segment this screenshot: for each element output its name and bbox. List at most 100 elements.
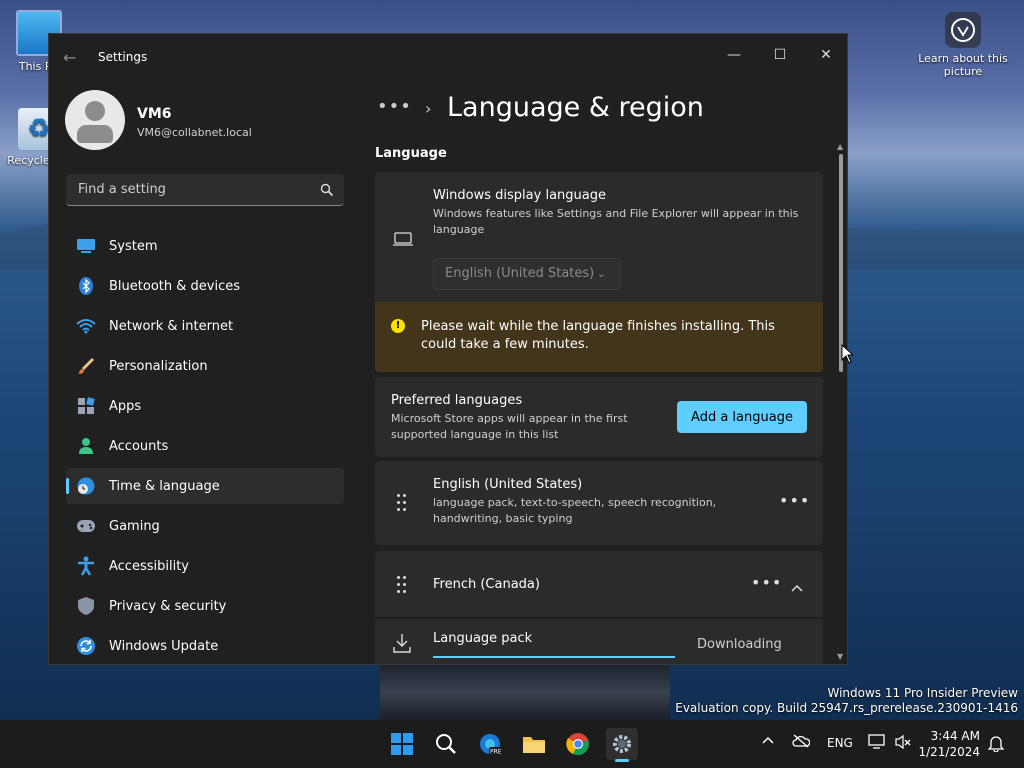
sidebar-item-label: System bbox=[109, 238, 158, 254]
system-clock[interactable]: 3:44 AM 1/21/2024 bbox=[918, 728, 980, 760]
edge-icon: PRE bbox=[480, 734, 502, 756]
drag-handle-icon[interactable] bbox=[397, 494, 409, 512]
cloud-off-icon[interactable] bbox=[792, 734, 811, 751]
sidebar-item-personalization[interactable]: Personalization bbox=[66, 348, 344, 384]
breadcrumb-overflow-button[interactable]: ••• bbox=[377, 96, 412, 117]
drag-handle-icon[interactable] bbox=[397, 576, 409, 594]
sidebar-item-time-language[interactable]: Time & language bbox=[66, 468, 344, 504]
user-email: VM6@collabnet.local bbox=[137, 126, 252, 139]
sidebar-item-label: Accessibility bbox=[109, 558, 189, 574]
sidebar-item-bluetooth[interactable]: Bluetooth & devices bbox=[66, 268, 344, 304]
page-title: Language & region bbox=[447, 92, 704, 123]
scroll-up-icon[interactable]: ▲ bbox=[837, 142, 843, 151]
minimize-button[interactable]: — bbox=[711, 40, 757, 70]
sidebar-item-privacy[interactable]: Privacy & security bbox=[66, 588, 344, 624]
watermark-line-2: Evaluation copy. Build 25947.rs_prerelea… bbox=[675, 701, 1018, 715]
camera-icon bbox=[945, 12, 981, 48]
watermark-line-1: Windows 11 Pro Insider Preview bbox=[827, 686, 1018, 700]
window-title: Settings bbox=[98, 50, 148, 64]
network-icon[interactable] bbox=[868, 734, 886, 753]
title-bar[interactable]: ← Settings — ☐ ✕ bbox=[49, 34, 847, 80]
clock-date: 1/21/2024 bbox=[918, 745, 980, 759]
chevron-up-icon[interactable] bbox=[762, 734, 774, 748]
input-language-indicator[interactable]: ENG bbox=[827, 736, 853, 750]
learn-about-picture[interactable]: Learn about this picture bbox=[918, 12, 1008, 78]
preferred-languages-title: Preferred languages bbox=[391, 393, 523, 408]
sidebar-nav: System Bluetooth & devices Network & int… bbox=[66, 228, 344, 664]
chevron-up-icon[interactable] bbox=[791, 577, 803, 596]
preferred-languages-card: Preferred languages Microsoft Store apps… bbox=[375, 377, 823, 457]
brush-icon bbox=[76, 356, 96, 376]
file-explorer-button[interactable] bbox=[518, 728, 550, 760]
settings-taskbar-button[interactable] bbox=[606, 728, 638, 762]
maximize-button[interactable]: ☐ bbox=[757, 40, 803, 70]
display-language-description: Windows features like Settings and File … bbox=[433, 207, 799, 236]
windows-logo-icon bbox=[391, 733, 413, 755]
download-status: Downloading bbox=[697, 637, 782, 652]
sidebar-item-accessibility[interactable]: Accessibility bbox=[66, 548, 344, 584]
laptop-icon bbox=[393, 231, 413, 250]
language-entry-english[interactable]: English (United States) language pack, t… bbox=[375, 461, 823, 545]
add-language-button[interactable]: Add a language bbox=[677, 401, 807, 433]
taskbar: PRE ENG 3:44 AM 1/21/2024 bbox=[0, 720, 1024, 768]
gear-icon bbox=[613, 735, 631, 753]
section-title-language: Language bbox=[375, 146, 447, 161]
sidebar-item-gaming[interactable]: Gaming bbox=[66, 508, 344, 544]
scroll-down-icon[interactable]: ▼ bbox=[837, 652, 843, 661]
scrollbar-thumb[interactable] bbox=[839, 154, 843, 372]
display-language-title: Windows display language bbox=[433, 188, 606, 203]
sidebar-item-label: Gaming bbox=[109, 518, 160, 534]
sidebar-item-label: Privacy & security bbox=[109, 598, 227, 614]
language-entry-french[interactable]: French (Canada) ••• bbox=[375, 551, 823, 617]
language-entry-name: French (Canada) bbox=[433, 577, 540, 592]
sidebar-item-windows-update[interactable]: Windows Update bbox=[66, 628, 344, 664]
display-language-select: English (United States) ⌄ bbox=[433, 258, 621, 290]
bluetooth-icon bbox=[76, 276, 96, 296]
evaluation-watermark: Windows 11 Pro Insider Preview Evaluatio… bbox=[675, 686, 1018, 716]
search-box[interactable] bbox=[66, 174, 344, 206]
search-button[interactable] bbox=[430, 728, 462, 760]
gamepad-icon bbox=[76, 516, 96, 536]
accessibility-icon bbox=[76, 556, 96, 576]
select-value: English (United States) bbox=[445, 266, 595, 281]
display-language-card: Windows display language Windows feature… bbox=[375, 172, 823, 302]
user-name: VM6 bbox=[137, 106, 172, 122]
sidebar-item-network[interactable]: Network & internet bbox=[66, 308, 344, 344]
learn-label: Learn about this picture bbox=[918, 52, 1008, 78]
breadcrumb-chevron-icon: › bbox=[425, 99, 432, 118]
avatar bbox=[65, 90, 125, 150]
close-button[interactable]: ✕ bbox=[803, 40, 847, 70]
svg-text:PRE: PRE bbox=[490, 749, 502, 756]
apps-icon bbox=[76, 396, 96, 416]
language-pack-label: Language pack bbox=[433, 631, 533, 646]
sidebar-item-system[interactable]: System bbox=[66, 228, 344, 264]
sidebar-item-label: Time & language bbox=[109, 478, 220, 494]
chrome-button[interactable] bbox=[562, 728, 594, 760]
back-arrow-icon[interactable]: ← bbox=[63, 48, 76, 67]
search-icon bbox=[436, 734, 456, 754]
wifi-icon bbox=[76, 316, 96, 336]
search-icon[interactable] bbox=[320, 182, 334, 201]
download-progress-track bbox=[433, 656, 675, 658]
edge-beta-button[interactable]: PRE bbox=[474, 728, 506, 760]
search-input[interactable] bbox=[76, 181, 310, 198]
start-button[interactable] bbox=[386, 728, 418, 760]
shield-icon bbox=[76, 596, 96, 616]
more-options-button[interactable]: ••• bbox=[779, 491, 810, 510]
sidebar-item-accounts[interactable]: Accounts bbox=[66, 428, 344, 464]
update-icon bbox=[76, 636, 96, 656]
sidebar-item-label: Accounts bbox=[109, 438, 169, 454]
chrome-icon bbox=[566, 733, 589, 756]
mouse-cursor-icon bbox=[841, 344, 853, 364]
language-entry-features: language pack, text-to-speech, speech re… bbox=[433, 496, 717, 525]
main-content: Language Windows display language Window… bbox=[375, 142, 823, 664]
warning-text: Please wait while the language finishes … bbox=[421, 319, 775, 352]
sidebar-item-apps[interactable]: Apps bbox=[66, 388, 344, 424]
content-scrollbar[interactable]: ▲ ▼ bbox=[837, 142, 845, 664]
clock-time: 3:44 AM bbox=[930, 729, 980, 743]
chevron-down-icon: ⌄ bbox=[596, 267, 606, 280]
volume-muted-icon[interactable] bbox=[894, 734, 912, 753]
settings-window: ← Settings — ☐ ✕ VM6 VM6@collabnet.local… bbox=[48, 33, 848, 665]
bell-icon[interactable] bbox=[987, 734, 1005, 755]
more-options-button[interactable]: ••• bbox=[751, 573, 782, 592]
